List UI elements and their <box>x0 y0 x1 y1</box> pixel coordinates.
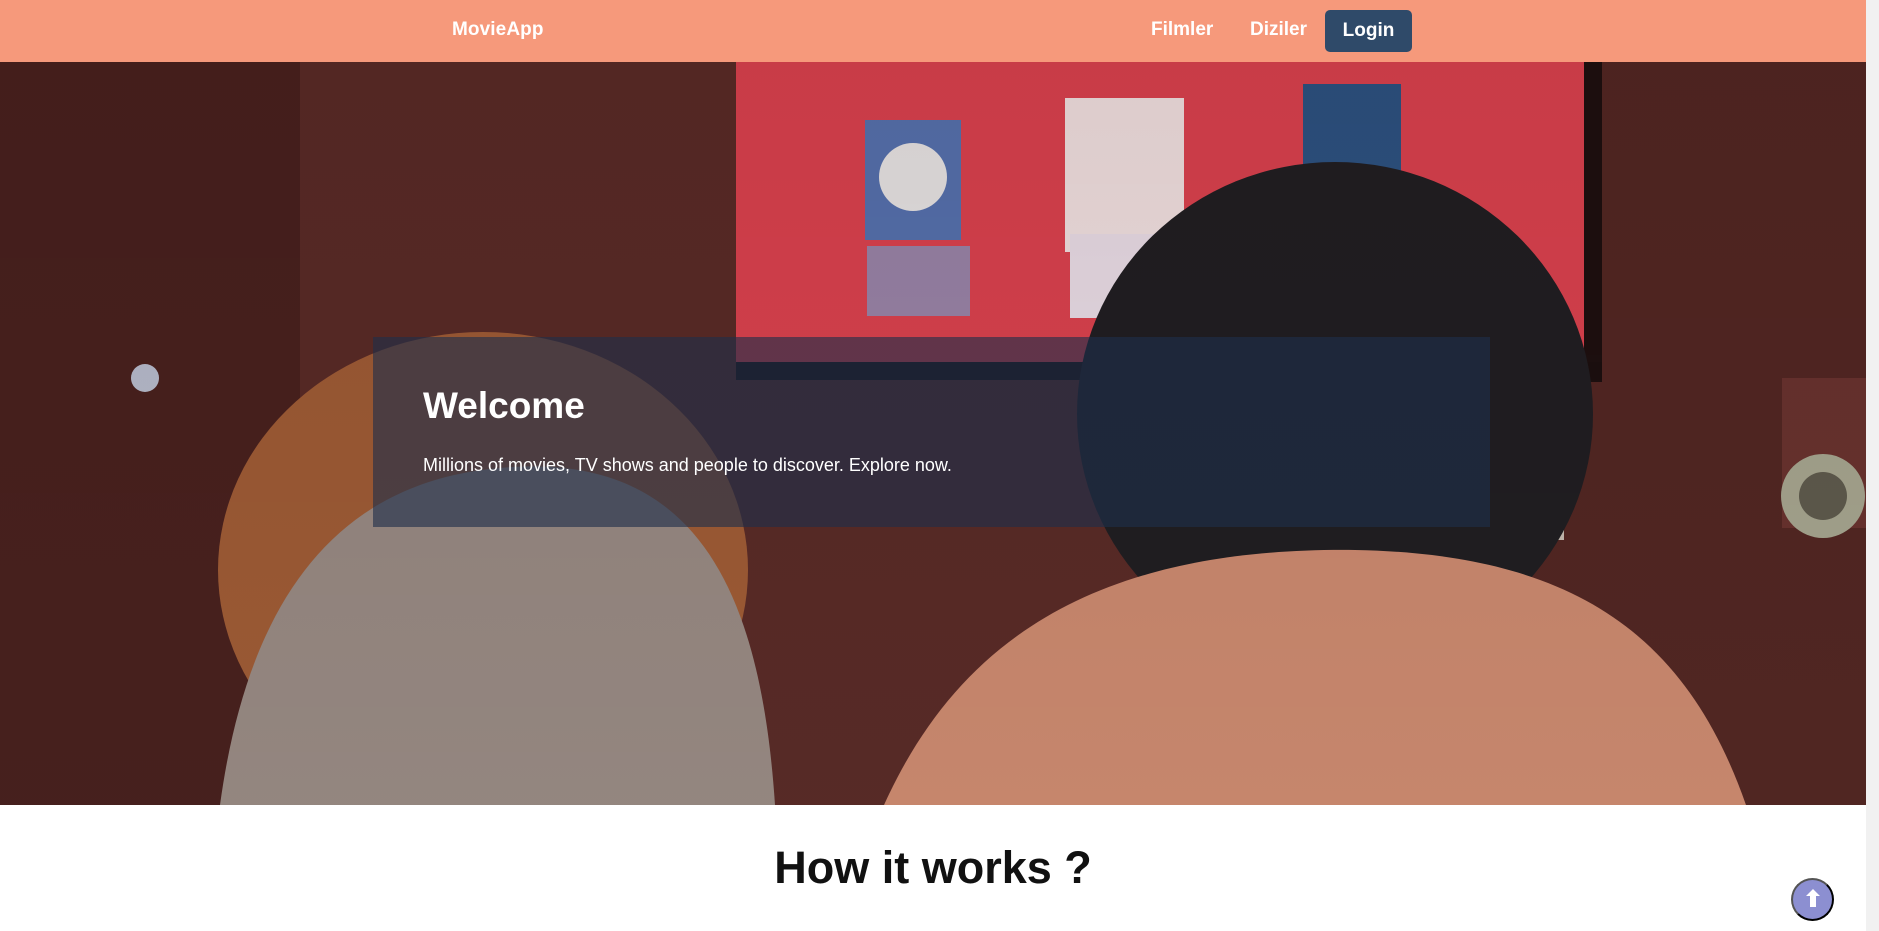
welcome-panel: Welcome Millions of movies, TV shows and… <box>373 337 1490 527</box>
scrollbar[interactable] <box>1866 0 1879 931</box>
nav-films-link[interactable]: Filmler <box>1151 19 1213 41</box>
arrow-up-icon <box>1801 886 1825 913</box>
scroll-to-top-button[interactable] <box>1791 878 1834 921</box>
brand-logo[interactable]: MovieApp <box>452 19 544 41</box>
navbar: MovieApp Filmler Diziler Login <box>0 0 1866 62</box>
how-it-works-title: How it works ? <box>774 842 1092 893</box>
login-button[interactable]: Login <box>1325 10 1412 52</box>
nav-series-link[interactable]: Diziler <box>1250 19 1307 41</box>
welcome-title: Welcome <box>423 385 585 426</box>
hero-section: Welcome Millions of movies, TV shows and… <box>0 62 1866 805</box>
page: MovieApp Filmler Diziler Login Welcome M… <box>0 0 1879 931</box>
welcome-subtitle: Millions of movies, TV shows and people … <box>423 455 952 475</box>
